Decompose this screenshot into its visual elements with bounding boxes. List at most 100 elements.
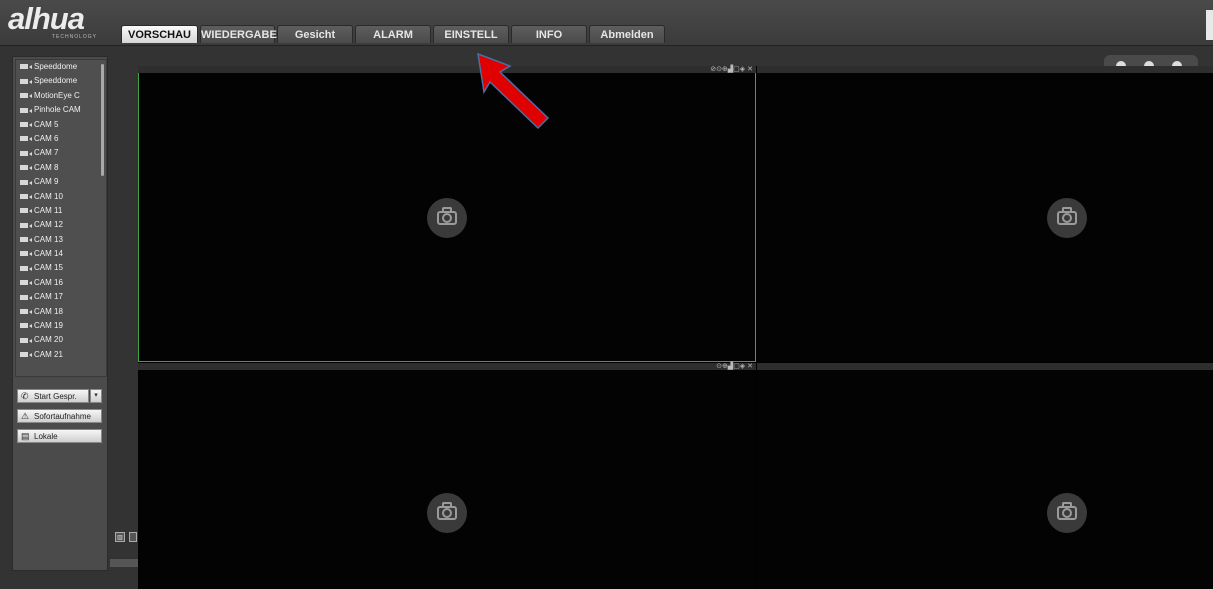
camera-list-item[interactable]: CAM 21	[16, 348, 106, 362]
camera-list-item[interactable]: CAM 5	[16, 118, 106, 132]
start-talk-label: Start Gespr.	[34, 392, 77, 401]
instant-record-button[interactable]: ⚠ Sofortaufnahme	[17, 409, 102, 423]
video-pane-1[interactable]: ⊘⊙⊕▟▢◈ ✕	[138, 66, 756, 362]
camera-list-item[interactable]: CAM 9	[16, 175, 106, 189]
camera-icon	[20, 309, 32, 315]
local-button[interactable]: ▤ Lokale	[17, 429, 102, 443]
camera-icon	[20, 222, 32, 228]
camera-list-item[interactable]: CAM 11	[16, 204, 106, 218]
camera-list-item[interactable]: CAM 15	[16, 261, 106, 275]
camera-list-label: CAM 5	[34, 119, 59, 129]
camera-list-item[interactable]: CAM 16	[16, 276, 106, 290]
camera-list-item[interactable]: CAM 13	[16, 233, 106, 247]
camera-list-item[interactable]: CAM 20	[16, 333, 106, 347]
bottom-strip	[110, 559, 138, 567]
tab-einstell[interactable]: EINSTELL	[433, 25, 509, 43]
instant-record-label: Sofortaufnahme	[34, 412, 91, 421]
camera-list-label: CAM 17	[34, 292, 63, 302]
camera-list-label: Pinhole CAM	[34, 105, 81, 115]
pane-toolbar[interactable]: ⊘⊙⊕▟▢◈ ✕	[138, 66, 756, 73]
pane-toolbar-4[interactable]	[757, 363, 1213, 370]
camera-icon	[20, 352, 32, 358]
video-pane-2[interactable]	[757, 66, 1213, 362]
red-arrow-annotation	[477, 52, 550, 130]
camera-icon	[20, 294, 32, 300]
tab-alarm[interactable]: ALARM	[355, 25, 431, 43]
camera-list-item[interactable]: Speeddome	[16, 74, 106, 88]
tab-gesicht-suchen[interactable]: Gesicht Suchen	[277, 25, 353, 59]
camera-list-item[interactable]: CAM 10	[16, 190, 106, 204]
dahua-logo: alhua TECHNOLOGY	[8, 1, 112, 42]
camera-list-label: CAM 11	[34, 205, 63, 215]
camera-list-item[interactable]: CAM 14	[16, 247, 106, 261]
pane-toolbar-3[interactable]: ⊙⊕▟▢◈ ✕	[138, 363, 756, 370]
video-grid: ⊘⊙⊕▟▢◈ ✕ ⊙⊕▟▢◈ ✕	[138, 66, 1213, 589]
camera-list-label: CAM 20	[34, 335, 63, 345]
camera-icon	[20, 165, 32, 171]
camera-list-label: CAM 7	[34, 148, 59, 158]
camera-icon	[20, 107, 32, 113]
tab-vorschau[interactable]: VORSCHAU	[121, 25, 198, 43]
tab-info[interactable]: INFO	[511, 25, 587, 43]
camera-list-item[interactable]: Pinhole CAM	[16, 103, 106, 117]
camera-list-label: CAM 12	[34, 220, 63, 230]
camera-list-item[interactable]: MotionEye C	[16, 89, 106, 103]
camera-icon	[20, 237, 32, 243]
camera-list-item[interactable]: CAM 19	[16, 319, 106, 333]
camera-list-item[interactable]: CAM 17	[16, 290, 106, 304]
camera-list-label: CAM 18	[34, 306, 63, 316]
camera-list-item[interactable]: CAM 6	[16, 132, 106, 146]
main-area: Speeddome Speeddome MotionEye C Pinhole CAM…	[0, 46, 1213, 589]
layout-toggle-button[interactable]: ▥	[115, 532, 125, 542]
camera-icon	[20, 121, 32, 127]
logo-brand: alhua	[8, 1, 85, 36]
camera-list-label: CAM 15	[34, 263, 63, 273]
camera-icon	[20, 251, 32, 257]
camera-list-item[interactable]: Speeddome	[16, 60, 106, 74]
camera-icon	[20, 136, 32, 142]
camera-icon	[20, 93, 32, 99]
camera-icon	[20, 280, 32, 286]
camera-list-label: CAM 6	[34, 133, 59, 143]
camera-list-label: CAM 16	[34, 277, 63, 287]
camera-list-item[interactable]: CAM 12	[16, 218, 106, 232]
camera-icon	[427, 493, 467, 533]
camera-icon	[427, 198, 467, 238]
folder-icon: ▤	[21, 431, 30, 441]
camera-list-scrollbar[interactable]	[101, 64, 104, 176]
top-bar: alhua TECHNOLOGY VORSCHAU WIEDERGABE Ges…	[0, 0, 1213, 59]
camera-icon	[20, 337, 32, 343]
camera-list-label: MotionEye C	[34, 90, 80, 100]
camera-icon	[1047, 198, 1087, 238]
tab-wiedergabe[interactable]: WIEDERGABE	[200, 25, 277, 43]
camera-icon	[20, 64, 32, 70]
talk-dropdown-button[interactable]: ▾	[90, 389, 102, 403]
local-label: Lokale	[34, 432, 58, 441]
start-talk-button[interactable]: ✆ Start Gespr.	[17, 389, 89, 403]
camera-list-label: Speeddome	[34, 62, 78, 71]
camera-icon	[20, 193, 32, 199]
camera-list-label: CAM 13	[34, 234, 63, 244]
camera-list-label: CAM 9	[34, 177, 59, 187]
camera-list-label: CAM 14	[34, 249, 63, 259]
phone-icon: ✆	[21, 391, 29, 401]
camera-icon	[20, 265, 32, 271]
tab-abmelden[interactable]: Abmelden	[589, 25, 665, 43]
camera-list-label: CAM 19	[34, 321, 63, 331]
logo-sub: TECHNOLOGY	[52, 34, 98, 40]
camera-list-label: CAM 21	[34, 349, 63, 359]
page-scrollbar[interactable]	[1206, 10, 1213, 40]
video-pane-3[interactable]: ⊙⊕▟▢◈ ✕	[138, 363, 756, 589]
camera-list: Speeddome Speeddome MotionEye C Pinhole CAM…	[15, 59, 107, 377]
camera-list-label: CAM 8	[34, 162, 59, 172]
camera-icon	[20, 150, 32, 156]
camera-list-item[interactable]: CAM 8	[16, 161, 106, 175]
layout-toggle-button-2[interactable]	[129, 532, 137, 542]
camera-icon	[1047, 493, 1087, 533]
camera-list-item[interactable]: CAM 7	[16, 146, 106, 160]
camera-list-item[interactable]: CAM 18	[16, 305, 106, 319]
warning-icon: ⚠	[21, 411, 30, 421]
camera-icon	[20, 208, 32, 214]
video-pane-4[interactable]	[757, 363, 1213, 589]
pane-toolbar-2[interactable]	[757, 66, 1213, 73]
